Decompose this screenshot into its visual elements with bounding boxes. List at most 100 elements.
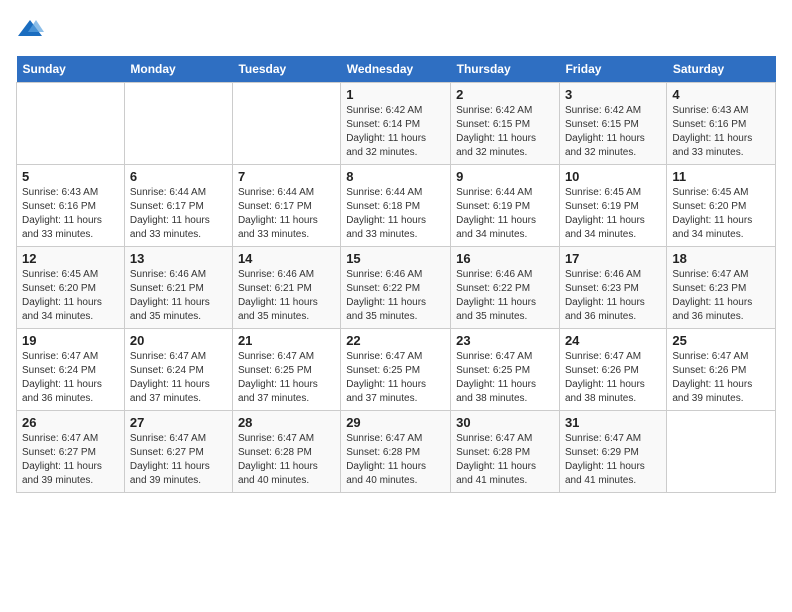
calendar-cell: 9 Sunrise: 6:44 AM Sunset: 6:19 PM Daylig… [451,165,560,247]
day-info: Sunrise: 6:46 AM Sunset: 6:22 PM Dayligh… [456,268,554,324]
day-number: 20 [130,333,227,348]
day-info: Sunrise: 6:47 AM Sunset: 6:26 PM Dayligh… [672,350,770,406]
day-info: Sunrise: 6:44 AM Sunset: 6:18 PM Dayligh… [346,186,445,242]
calendar-cell: 13Sunrise: 6:46 AM Sunset: 6:21 PM Dayli… [124,247,232,329]
day-number: 11 [672,169,770,184]
calendar-cell: 19Sunrise: 6:47 AM Sunset: 6:24 PM Dayli… [17,329,125,411]
day-info: Sunrise: 6:47 AM Sunset: 6:25 PM Dayligh… [456,350,554,406]
day-number: 17 [565,251,661,266]
calendar-cell: 24 Sunrise: 6:47 AM Sunset: 6:26 PM Dayli… [559,329,666,411]
day-number: 4 [672,87,770,102]
calendar-cell: 16 Sunrise: 6:46 AM Sunset: 6:22 PM Dayli… [451,247,560,329]
calendar-cell: 26 Sunrise: 6:47 AM Sunset: 6:27 PM Dayli… [17,411,125,493]
day-number: 13 [130,251,227,266]
calendar-cell: 30 Sunrise: 6:47 AM Sunset: 6:28 PM Dayli… [451,411,560,493]
day-info: Sunrise: 6:47 AM Sunset: 6:28 PM Dayligh… [346,432,445,488]
calendar-cell [17,83,125,165]
calendar-cell: 20 Sunrise: 6:47 AM Sunset: 6:24 PM Dayli… [124,329,232,411]
day-info: Sunrise: 6:46 AM Sunset: 6:21 PM Dayligh… [238,268,335,324]
day-info: Sunrise: 6:47 AM Sunset: 6:28 PM Dayligh… [238,432,335,488]
day-info: Sunrise: 6:46 AM Sunset: 6:22 PM Dayligh… [346,268,445,324]
day-number: 7 [238,169,335,184]
calendar-cell: 10 Sunrise: 6:45 AM Sunset: 6:19 PM Dayli… [559,165,666,247]
day-number: 6 [130,169,227,184]
day-info: Sunrise: 6:45 AM Sunset: 6:19 PM Dayligh… [565,186,661,242]
calendar-cell [124,83,232,165]
weekday-header-wednesday: Wednesday [341,56,451,83]
calendar-cell: 3 Sunrise: 6:42 AM Sunset: 6:15 PM Daylig… [559,83,666,165]
weekday-header-tuesday: Tuesday [232,56,340,83]
day-number: 1 [346,87,445,102]
logo [16,16,48,44]
day-number: 24 [565,333,661,348]
day-info: Sunrise: 6:46 AM Sunset: 6:23 PM Dayligh… [565,268,661,324]
weekday-header-thursday: Thursday [451,56,560,83]
calendar-week-row: 12 Sunrise: 6:45 AM Sunset: 6:20 PM Dayli… [17,247,776,329]
day-info: Sunrise: 6:43 AM Sunset: 6:16 PM Dayligh… [22,186,119,242]
day-info: Sunrise: 6:47 AM Sunset: 6:29 PM Dayligh… [565,432,661,488]
calendar-cell [667,411,776,493]
day-info: Sunrise: 6:47 AM Sunset: 6:25 PM Dayligh… [346,350,445,406]
day-info: Sunrise: 6:43 AM Sunset: 6:16 PM Dayligh… [672,104,770,160]
day-number: 5 [22,169,119,184]
day-number: 2 [456,87,554,102]
day-number: 16 [456,251,554,266]
calendar-week-row: 19Sunrise: 6:47 AM Sunset: 6:24 PM Dayli… [17,329,776,411]
day-info: Sunrise: 6:47 AM Sunset: 6:27 PM Dayligh… [130,432,227,488]
day-number: 18 [672,251,770,266]
calendar-cell: 7Sunrise: 6:44 AM Sunset: 6:17 PM Daylig… [232,165,340,247]
calendar-week-row: 5 Sunrise: 6:43 AM Sunset: 6:16 PM Daylig… [17,165,776,247]
calendar-table: SundayMondayTuesdayWednesdayThursdayFrid… [16,56,776,493]
day-info: Sunrise: 6:47 AM Sunset: 6:28 PM Dayligh… [456,432,554,488]
day-info: Sunrise: 6:45 AM Sunset: 6:20 PM Dayligh… [22,268,119,324]
calendar-cell: 22 Sunrise: 6:47 AM Sunset: 6:25 PM Dayli… [341,329,451,411]
calendar-cell: 28Sunrise: 6:47 AM Sunset: 6:28 PM Dayli… [232,411,340,493]
calendar-cell: 25 Sunrise: 6:47 AM Sunset: 6:26 PM Dayli… [667,329,776,411]
day-info: Sunrise: 6:47 AM Sunset: 6:24 PM Dayligh… [130,350,227,406]
day-number: 30 [456,415,554,430]
calendar-week-row: 26 Sunrise: 6:47 AM Sunset: 6:27 PM Dayli… [17,411,776,493]
calendar-week-row: 1 Sunrise: 6:42 AM Sunset: 6:14 PM Daylig… [17,83,776,165]
day-number: 27 [130,415,227,430]
weekday-header-saturday: Saturday [667,56,776,83]
weekday-header-monday: Monday [124,56,232,83]
page-header [16,16,776,44]
day-number: 14 [238,251,335,266]
day-number: 15 [346,251,445,266]
calendar-cell: 21 Sunrise: 6:47 AM Sunset: 6:25 PM Dayli… [232,329,340,411]
calendar-cell: 15 Sunrise: 6:46 AM Sunset: 6:22 PM Dayli… [341,247,451,329]
calendar-cell: 31Sunrise: 6:47 AM Sunset: 6:29 PM Dayli… [559,411,666,493]
day-number: 3 [565,87,661,102]
day-number: 26 [22,415,119,430]
day-number: 29 [346,415,445,430]
day-info: Sunrise: 6:47 AM Sunset: 6:27 PM Dayligh… [22,432,119,488]
calendar-cell: 8 Sunrise: 6:44 AM Sunset: 6:18 PM Daylig… [341,165,451,247]
day-number: 21 [238,333,335,348]
calendar-cell: 29 Sunrise: 6:47 AM Sunset: 6:28 PM Dayli… [341,411,451,493]
day-number: 10 [565,169,661,184]
calendar-cell: 11 Sunrise: 6:45 AM Sunset: 6:20 PM Dayli… [667,165,776,247]
calendar-cell: 12 Sunrise: 6:45 AM Sunset: 6:20 PM Dayli… [17,247,125,329]
day-info: Sunrise: 6:42 AM Sunset: 6:14 PM Dayligh… [346,104,445,160]
calendar-cell: 23 Sunrise: 6:47 AM Sunset: 6:25 PM Dayli… [451,329,560,411]
weekday-header-friday: Friday [559,56,666,83]
day-info: Sunrise: 6:47 AM Sunset: 6:24 PM Dayligh… [22,350,119,406]
day-number: 9 [456,169,554,184]
calendar-cell: 2Sunrise: 6:42 AM Sunset: 6:15 PM Daylig… [451,83,560,165]
day-number: 12 [22,251,119,266]
day-info: Sunrise: 6:45 AM Sunset: 6:20 PM Dayligh… [672,186,770,242]
calendar-cell: 6Sunrise: 6:44 AM Sunset: 6:17 PM Daylig… [124,165,232,247]
day-number: 8 [346,169,445,184]
calendar-cell: 18 Sunrise: 6:47 AM Sunset: 6:23 PM Dayli… [667,247,776,329]
calendar-cell: 4 Sunrise: 6:43 AM Sunset: 6:16 PM Daylig… [667,83,776,165]
day-number: 22 [346,333,445,348]
logo-icon [16,16,44,44]
day-info: Sunrise: 6:47 AM Sunset: 6:23 PM Dayligh… [672,268,770,324]
day-info: Sunrise: 6:44 AM Sunset: 6:19 PM Dayligh… [456,186,554,242]
day-info: Sunrise: 6:47 AM Sunset: 6:25 PM Dayligh… [238,350,335,406]
day-number: 23 [456,333,554,348]
calendar-cell: 1 Sunrise: 6:42 AM Sunset: 6:14 PM Daylig… [341,83,451,165]
day-info: Sunrise: 6:42 AM Sunset: 6:15 PM Dayligh… [565,104,661,160]
day-info: Sunrise: 6:47 AM Sunset: 6:26 PM Dayligh… [565,350,661,406]
day-number: 25 [672,333,770,348]
